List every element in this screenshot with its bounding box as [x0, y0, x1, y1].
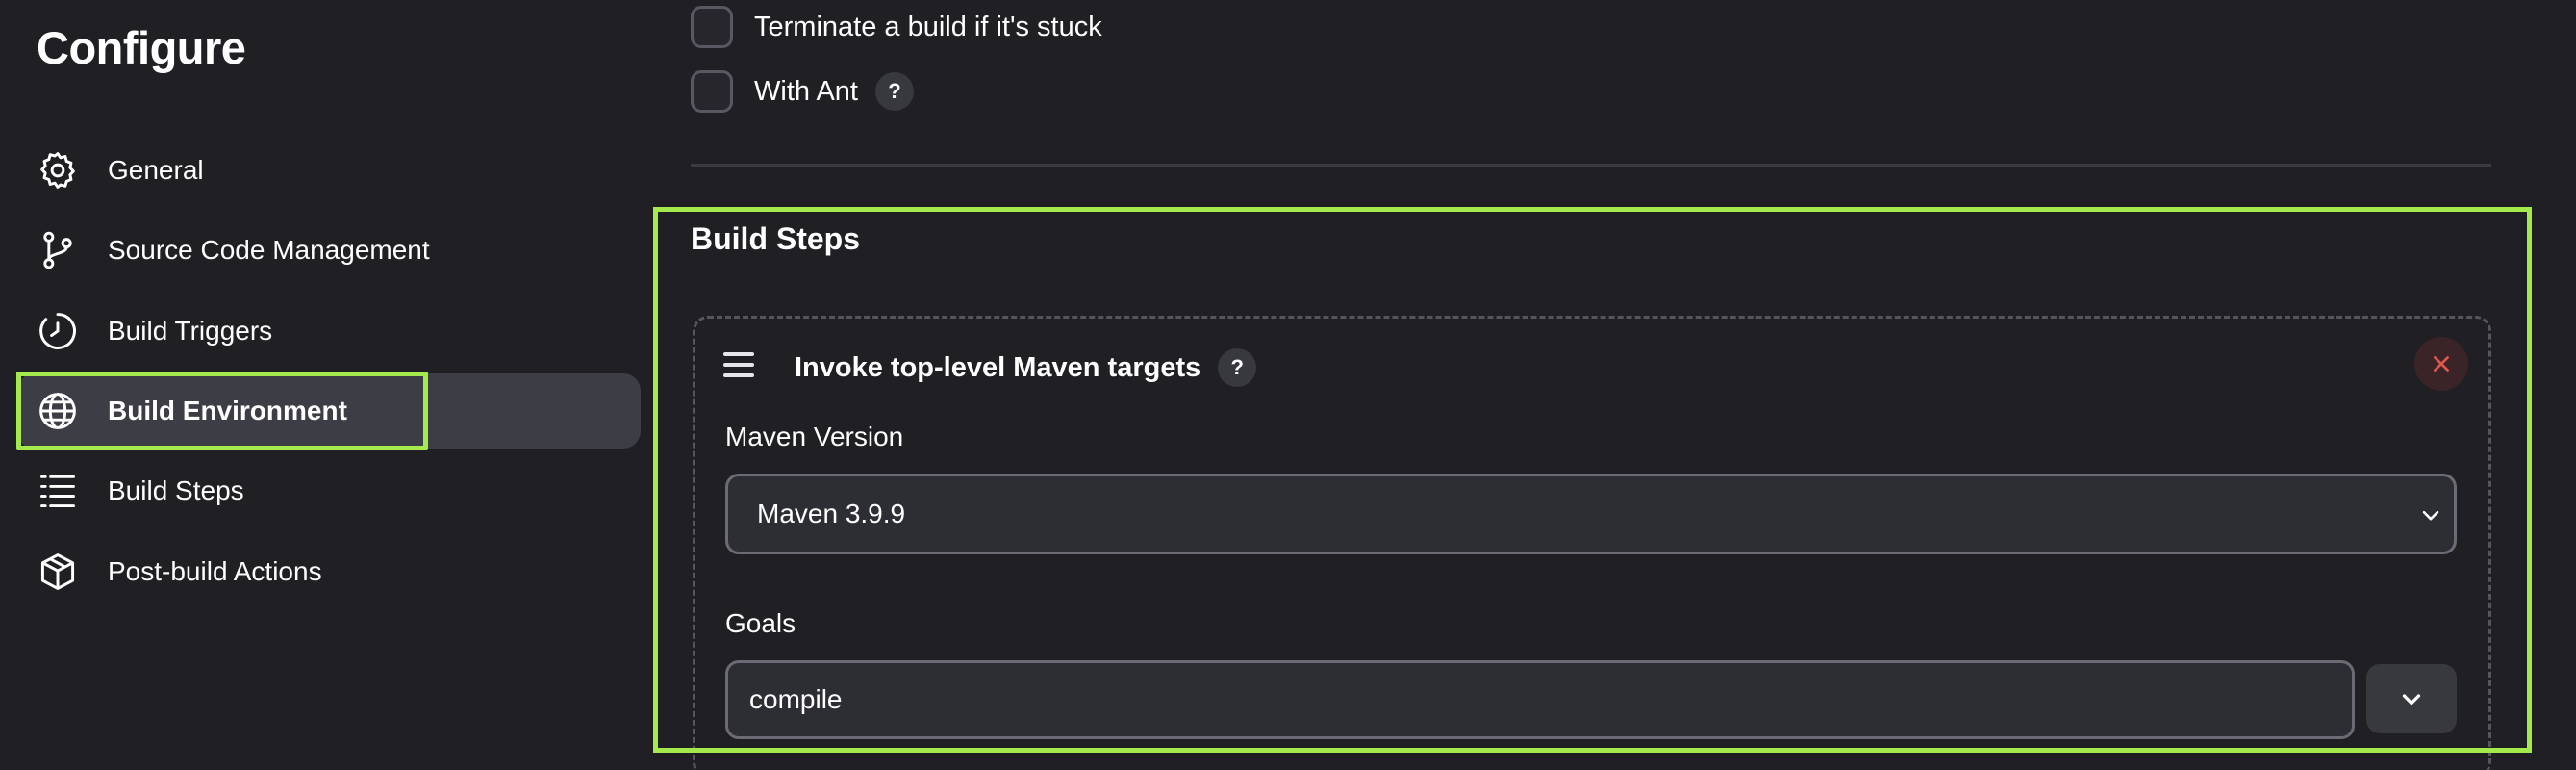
- with-ant-option: With Ant ?: [691, 70, 914, 113]
- delete-step-button[interactable]: [2414, 337, 2468, 391]
- list-icon: [35, 468, 81, 514]
- sidebar-item-label: Build Steps: [108, 475, 244, 505]
- terminate-checkbox[interactable]: [691, 6, 733, 48]
- clock-icon: [35, 308, 81, 354]
- sidebar-item-general[interactable]: General: [17, 133, 641, 208]
- maven-version-value: Maven 3.9.9: [757, 499, 906, 528]
- build-steps-heading: Build Steps: [691, 221, 861, 256]
- sidebar-item-label: General: [108, 155, 204, 185]
- goals-label: Goals: [725, 608, 796, 638]
- goals-value: compile: [749, 684, 843, 714]
- sidebar-item-build-environment[interactable]: Build Environment: [17, 373, 641, 449]
- step-header: Invoke top-level Maven targets ?: [795, 348, 1257, 387]
- sidebar-item-label: Source Code Management: [108, 235, 430, 265]
- goals-expand-button[interactable]: [2366, 664, 2457, 733]
- sidebar-item-build-steps[interactable]: Build Steps: [17, 453, 641, 528]
- gear-icon: [35, 147, 81, 193]
- sidebar-item-post-build-actions[interactable]: Post-build Actions: [17, 534, 641, 609]
- branch-icon: [35, 227, 81, 273]
- sidebar-item-build-triggers[interactable]: Build Triggers: [17, 294, 641, 369]
- maven-version-label: Maven Version: [725, 422, 904, 451]
- step-title: Invoke top-level Maven targets: [795, 351, 1201, 383]
- chevron-down-icon: [2402, 694, 2421, 706]
- terminate-option: Terminate a build if it's stuck: [691, 6, 1102, 48]
- drag-handle-icon[interactable]: [723, 352, 758, 379]
- with-ant-checkbox[interactable]: [691, 70, 733, 113]
- package-icon: [35, 549, 81, 595]
- goals-input[interactable]: compile: [725, 660, 2355, 739]
- globe-icon: [35, 388, 81, 434]
- help-icon[interactable]: ?: [875, 72, 914, 111]
- close-icon: [2434, 356, 2449, 372]
- help-icon[interactable]: ?: [1218, 348, 1257, 387]
- sidebar-item-label: Build Environment: [108, 396, 347, 425]
- sidebar-item-label: Post-build Actions: [108, 556, 322, 586]
- sidebar-item-label: Build Triggers: [108, 316, 273, 346]
- chevron-down-icon: [2422, 510, 2439, 521]
- with-ant-label: With Ant: [754, 75, 858, 107]
- maven-version-select[interactable]: Maven 3.9.9: [725, 474, 2457, 554]
- sidebar-item-source-code-management[interactable]: Source Code Management: [17, 213, 641, 288]
- section-divider: [691, 164, 2491, 167]
- page-title: Configure: [37, 22, 246, 73]
- terminate-label: Terminate a build if it's stuck: [754, 11, 1102, 42]
- configure-page: Configure General Source Code Management: [0, 0, 2576, 770]
